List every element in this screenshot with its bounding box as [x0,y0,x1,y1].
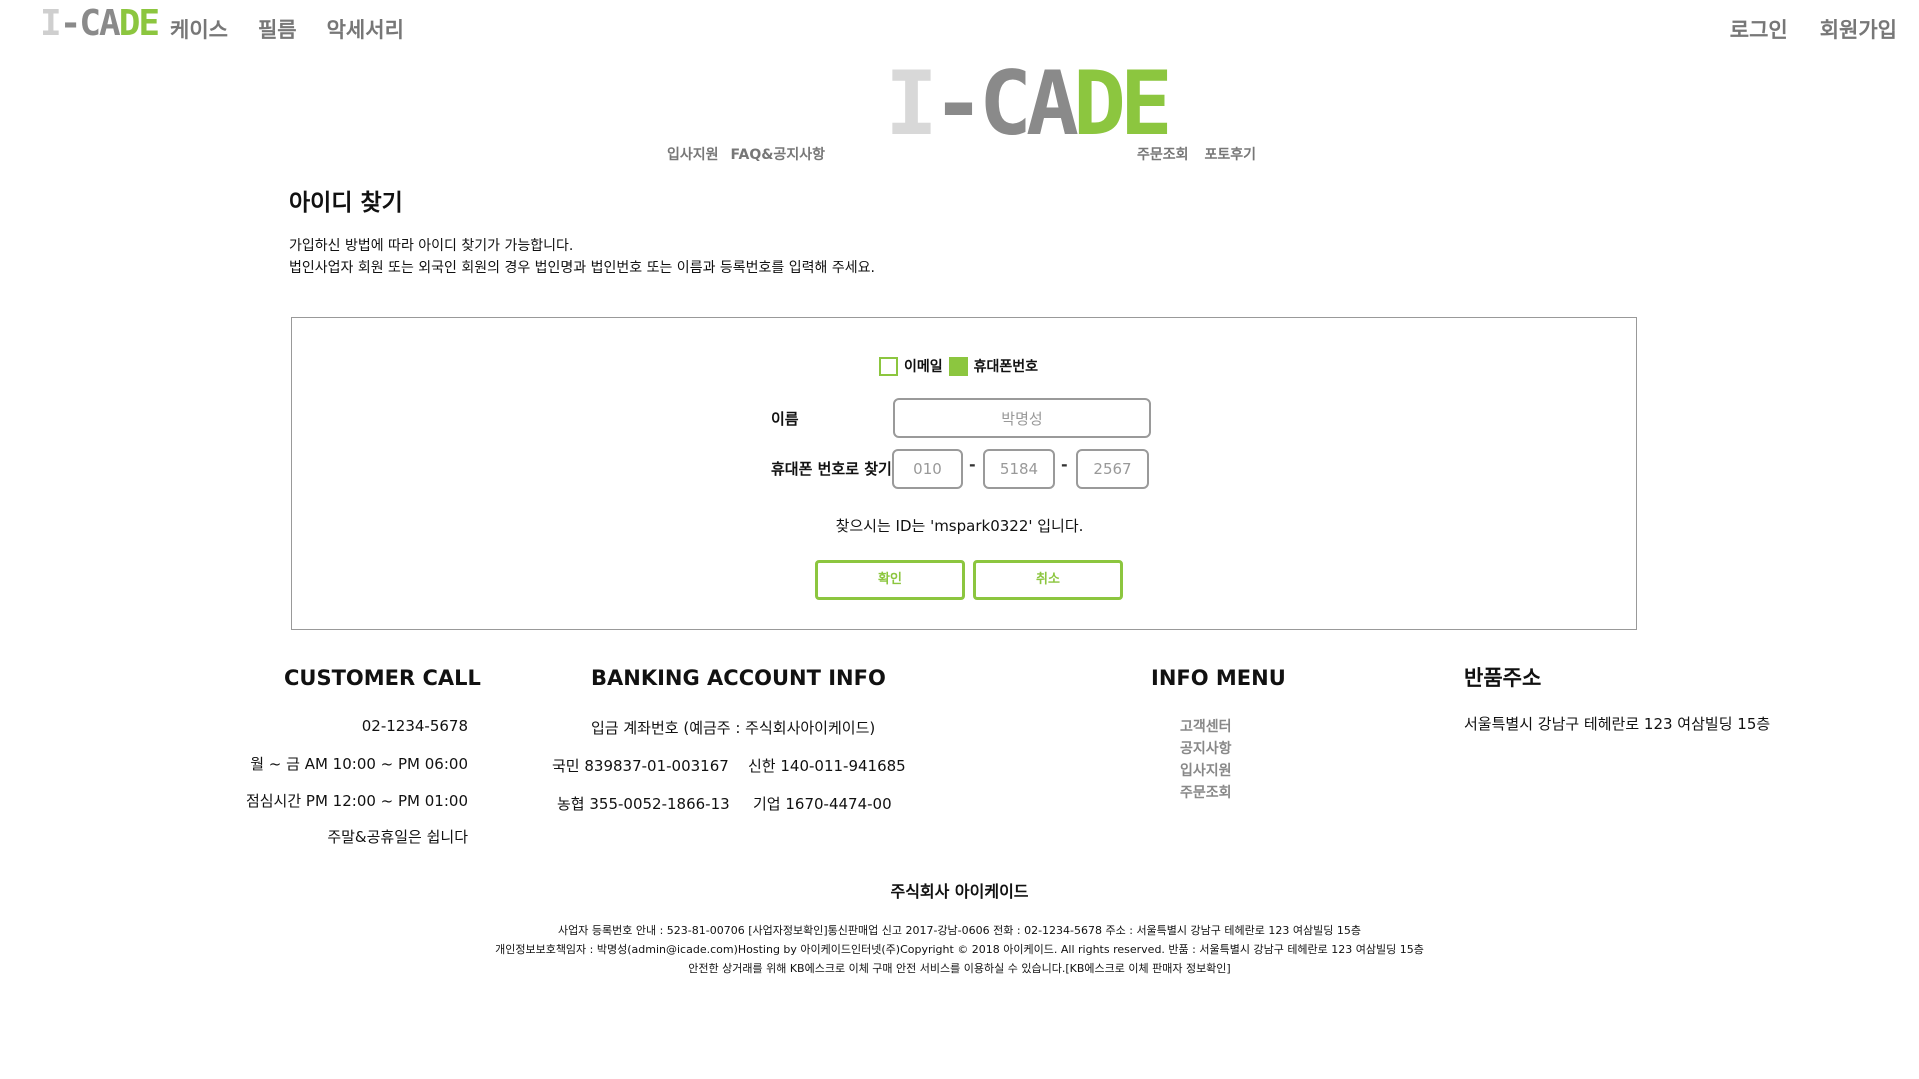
cancel-button[interactable]: 취소 [973,560,1123,600]
return-address-heading: 반품주소 [1464,666,1542,690]
nav-faq-notice[interactable]: FAQ&공지사항 [731,144,825,164]
bank-shinhan: 신한 140-011-941685 [748,757,906,775]
info-menu-customer-center[interactable]: 고객센터 [1180,716,1232,738]
description-line-2: 법인사업자 회원 또는 외국인 회원의 경우 법인명과 법인번호 또는 이름과 … [289,260,875,276]
top-bar: I -CA DE 케이스 필름 악세서리 로그인 회원가입 [0,0,1919,56]
phone-dash-2: - [1061,455,1068,474]
banking-holder: 입금 계좌번호 (예금주 : 주식회사아이케이드) [591,719,876,737]
phone-label: 휴대폰 번호로 찾기 [771,460,892,478]
auth-links: 로그인 회원가입 [1730,14,1897,44]
description-line-1: 가입하신 방법에 따라 아이디 찾기가 가능합니다. [289,238,574,254]
logo-part-ca: -CA [59,3,121,44]
bank-nonghyup: 농협 355-0052-1866-13 [557,795,730,813]
logo-part-de: DE [118,3,160,44]
nav-accessory[interactable]: 악세서리 [327,14,404,44]
name-input[interactable] [893,398,1151,438]
info-menu-careers[interactable]: 입사지원 [1180,760,1232,782]
phone-input-3[interactable] [1076,449,1149,489]
login-link[interactable]: 로그인 [1730,14,1788,44]
logo-large-part-i: I [885,52,938,155]
banking-heading: BANKING ACCOUNT INFO [591,666,886,690]
sub-nav-left: 입사지원 FAQ&공지사항 [667,144,825,164]
nav-photo-reviews[interactable]: 포토후기 [1205,144,1257,164]
nav-film[interactable]: 필름 [258,14,297,44]
phone-dash-1: - [969,455,976,474]
option-email-label: 이메일 [904,359,943,375]
logo-small[interactable]: I -CA DE [40,3,160,44]
info-menu-heading: INFO MENU [1151,666,1286,690]
info-menu-notice[interactable]: 공지사항 [1180,738,1232,760]
sub-nav-right: 주문조회 포토후기 [1137,144,1256,164]
page-description: 가입하신 방법에 따라 아이디 찾기가 가능합니다. 법인사업자 회원 또는 외… [289,235,875,279]
bank-ibk: 기업 1670-4474-00 [753,795,892,813]
customer-call-hours: 월 ~ 금 AM 10:00 ~ PM 06:00 [250,755,468,773]
info-menu-list: 고객센터 공지사항 입사지원 주문조회 [1180,716,1232,804]
legal-line-2: 개인정보보호책임자 : 박명성(admin@icade.com)Hosting … [495,943,1424,956]
customer-call-holiday: 주말&공휴일은 쉽니다 [327,828,468,846]
nav-careers[interactable]: 입사지원 [667,144,719,164]
option-phone[interactable]: 휴대폰번호 [948,356,1039,376]
info-menu-order-lookup[interactable]: 주문조회 [1180,782,1232,804]
nav-order-lookup[interactable]: 주문조회 [1137,144,1189,164]
option-phone-label: 휴대폰번호 [973,359,1039,375]
phone-input-1[interactable] [892,449,963,489]
checkbox-email[interactable] [879,356,898,376]
company-name: 주식회사 아이케이드 [890,882,1029,901]
checkbox-phone[interactable] [948,356,968,376]
main-nav: 케이스 필름 악세서리 [170,14,404,44]
signup-link[interactable]: 회원가입 [1820,14,1897,44]
option-email[interactable]: 이메일 [879,356,943,376]
find-id-result: 찾으시는 ID는 'mspark0322' 입니다. [835,517,1084,535]
logo-large-part-ca: -CA [931,52,1079,155]
confirm-button[interactable]: 확인 [815,560,965,600]
page-title: 아이디 찾기 [289,190,403,216]
legal-line-1: 사업자 등록번호 안내 : 523-81-00706 [사업자정보확인]통신판매… [558,924,1361,937]
find-method-options: 이메일 휴대폰번호 [879,356,1038,376]
phone-input-2[interactable] [983,449,1055,489]
customer-call-lunch: 점심시간 PM 12:00 ~ PM 01:00 [245,792,468,810]
name-label: 이름 [771,410,799,428]
logo-large-part-de: DE [1072,52,1173,155]
bank-kookmin: 국민 839837-01-003167 [552,757,729,775]
legal-info: 사업자 등록번호 안내 : 523-81-00706 [사업자정보확인]통신판매… [0,921,1919,978]
nav-case[interactable]: 케이스 [170,14,228,44]
customer-call-phone: 02-1234-5678 [361,717,468,735]
logo-part-i: I [40,3,62,44]
return-address: 서울특별시 강남구 테헤란로 123 여삼빌딩 15층 [1464,715,1771,733]
logo-large[interactable]: I -CA DE [885,60,1173,148]
customer-call-heading: CUSTOMER CALL [284,666,481,690]
legal-line-3: 안전한 상거래를 위해 KB에스크로 이체 구매 안전 서비스를 이용하실 수 … [688,962,1231,975]
